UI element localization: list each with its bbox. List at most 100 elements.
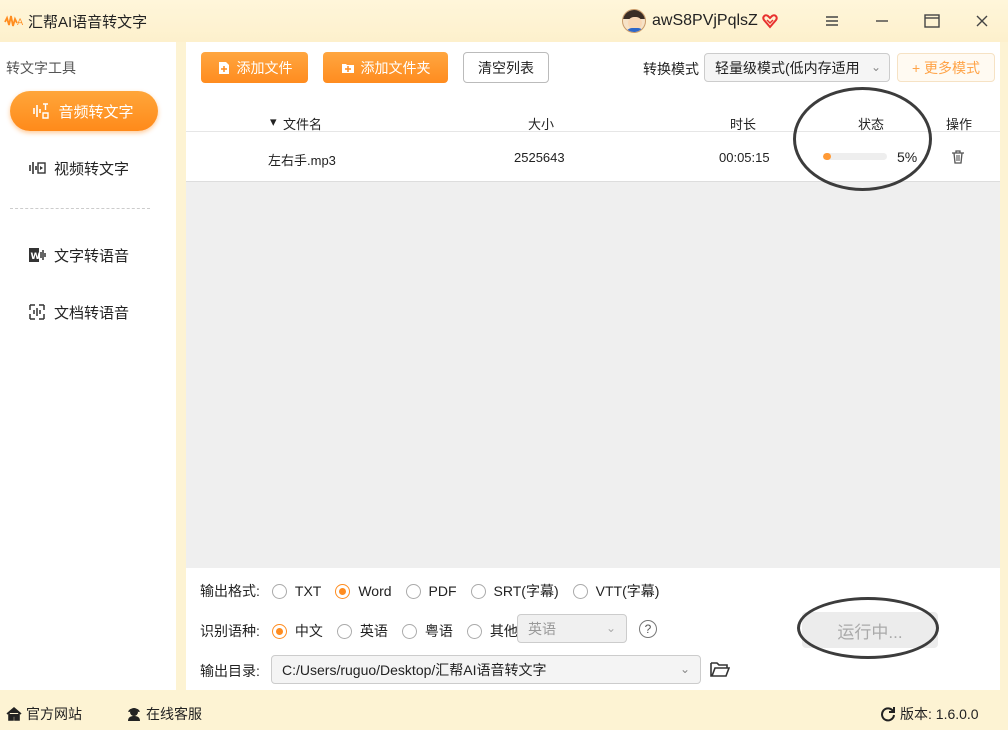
sidebar-item-video-to-text[interactable]: 视频转文字	[10, 148, 158, 188]
folder-open-icon[interactable]	[710, 660, 730, 678]
language-option-label: 粤语	[424, 623, 453, 639]
add-folder-icon	[341, 63, 354, 73]
other-language-select[interactable]: 英语 ⌄	[517, 614, 627, 643]
output-dir-label: 输出目录:	[200, 663, 260, 679]
username[interactable]: awS8PVjPqlsZ	[652, 12, 758, 30]
mode-select[interactable]: 轻量级模式(低内存适用 ⌄	[704, 53, 890, 82]
sidebar-item-audio-to-text[interactable]: 音频转文字	[10, 91, 158, 131]
chevron-down-icon: ⌄	[605, 621, 616, 635]
website-link[interactable]: 官方网站	[6, 704, 82, 724]
website-label: 官方网站	[26, 706, 82, 722]
column-filename[interactable]: 文件名	[283, 114, 322, 133]
output-dir-row: 输出目录:	[200, 661, 264, 681]
language-option-label: 中文	[294, 623, 323, 639]
column-status: 状态	[858, 117, 885, 132]
format-row: 输出格式: TXT Word PDF SRT(字幕) VTT(字幕)	[200, 581, 665, 601]
close-icon[interactable]	[970, 9, 994, 33]
vip-heart-icon	[762, 14, 778, 29]
format-option-label: SRT(字幕)	[493, 583, 559, 599]
add-file-icon	[218, 61, 229, 74]
svg-text:W: W	[31, 252, 41, 262]
radio-word[interactable]	[335, 583, 351, 599]
radio-pdf[interactable]	[405, 583, 421, 599]
output-dir-value: C:/Users/ruguo/Desktop/汇帮AI语音转文字	[282, 661, 547, 678]
radio-txt[interactable]	[271, 583, 287, 599]
svg-text:A: A	[17, 18, 24, 28]
support-link[interactable]: 在线客服	[126, 704, 202, 724]
avatar[interactable]	[622, 9, 646, 33]
file-duration: 00:05:15	[719, 150, 770, 165]
document-speech-icon	[26, 301, 48, 323]
chevron-down-icon: ⌄	[679, 662, 690, 676]
add-folder-label: 添加文件夹	[360, 59, 431, 76]
radio-english[interactable]	[336, 623, 352, 639]
table-row[interactable]: 左右手.mp3 2525643 00:05:15 5%	[186, 132, 1000, 182]
home-icon	[6, 706, 22, 721]
menu-icon[interactable]	[820, 9, 844, 33]
sidebar: 转文字工具 音频转文字 视频转文字 W 文字转语音 文档转语音	[0, 42, 176, 690]
column-actions: 操作	[946, 117, 973, 132]
sidebar-item-label: 视频转文字	[54, 160, 130, 178]
radio-vtt[interactable]	[572, 583, 588, 599]
column-duration[interactable]: 时长	[730, 114, 756, 133]
sidebar-title: 转文字工具	[6, 60, 76, 76]
progress-text: 5%	[897, 149, 918, 165]
language-option-label: 其他	[489, 623, 518, 639]
language-label: 识别语种:	[200, 623, 260, 639]
add-file-label: 添加文件	[236, 59, 293, 76]
user-account[interactable]: awS8PVjPqlsZ	[622, 9, 778, 33]
app-logo-icon: A	[4, 13, 26, 29]
progress-fill	[823, 153, 831, 160]
app-title: 汇帮AI语音转文字	[28, 13, 148, 31]
format-option-label: VTT(字幕)	[595, 583, 660, 599]
column-size[interactable]: 大小	[528, 114, 554, 133]
sidebar-item-label: 音频转文字	[58, 103, 134, 121]
run-button[interactable]: 运行中...	[802, 612, 938, 648]
version-info[interactable]: 版本: 1.6.0.0	[880, 704, 979, 724]
table-header: ▾ 文件名 大小 时长 状态 操作	[186, 92, 1000, 132]
video-wave-icon	[26, 157, 48, 179]
mode-select-value: 轻量级模式(低内存适用	[715, 59, 860, 76]
sidebar-item-document-to-speech[interactable]: 文档转语音	[10, 292, 158, 332]
radio-srt[interactable]	[470, 583, 486, 599]
add-file-button[interactable]: 添加文件	[201, 52, 308, 83]
radio-chinese[interactable]	[271, 623, 287, 639]
progress-bar	[823, 153, 887, 160]
toolbar: 添加文件 添加文件夹 清空列表 转换模式 轻量级模式(低内存适用 ⌄ + 更多模…	[186, 42, 1000, 92]
other-language-value: 英语	[528, 620, 556, 637]
clear-list-button[interactable]: 清空列表	[463, 52, 549, 83]
output-dir-select[interactable]: C:/Users/ruguo/Desktop/汇帮AI语音转文字 ⌄	[271, 655, 701, 684]
chevron-down-icon: ⌄	[870, 60, 881, 74]
sidebar-item-label: 文档转语音	[54, 304, 130, 322]
language-option-label: 英语	[359, 623, 388, 639]
format-option-label: Word	[358, 583, 392, 599]
language-row: 识别语种: 中文 英语 粤语 其他	[200, 621, 524, 641]
add-folder-button[interactable]: 添加文件夹	[323, 52, 448, 83]
main-panel: 添加文件 添加文件夹 清空列表 转换模式 轻量级模式(低内存适用 ⌄ + 更多模…	[186, 42, 1000, 690]
radio-cantonese[interactable]	[401, 623, 417, 639]
format-option-label: PDF	[428, 583, 457, 599]
format-label: 输出格式:	[200, 583, 260, 599]
text-to-speech-icon: W	[26, 244, 48, 266]
sidebar-item-text-to-speech[interactable]: W 文字转语音	[10, 235, 158, 275]
help-icon[interactable]: ?	[639, 620, 657, 638]
trash-icon[interactable]	[950, 149, 966, 165]
minimize-icon[interactable]	[870, 9, 894, 33]
sidebar-item-label: 文字转语音	[54, 247, 130, 265]
radio-other[interactable]	[466, 623, 482, 639]
file-name: 左右手.mp3	[268, 153, 336, 168]
maximize-icon[interactable]	[920, 9, 944, 33]
mode-label: 转换模式	[643, 61, 699, 77]
support-label: 在线客服	[146, 706, 202, 722]
file-table: ▾ 文件名 大小 时长 状态 操作 左右手.mp3 2525643 00:05:…	[186, 92, 1000, 568]
format-option-label: TXT	[294, 583, 322, 599]
sidebar-divider	[10, 208, 150, 209]
file-size: 2525643	[514, 150, 565, 165]
more-modes-button[interactable]: + 更多模式	[897, 53, 995, 82]
version-label: 版本: 1.6.0.0	[900, 706, 979, 722]
title-bar: A 汇帮AI语音转文字 awS8PVjPqlsZ	[0, 0, 1008, 42]
footer: 官方网站 在线客服 版本: 1.6.0.0	[0, 698, 1008, 730]
support-agent-icon	[128, 708, 140, 721]
audio-wave-icon	[30, 100, 52, 122]
sort-arrow-icon[interactable]: ▾	[270, 114, 277, 130]
